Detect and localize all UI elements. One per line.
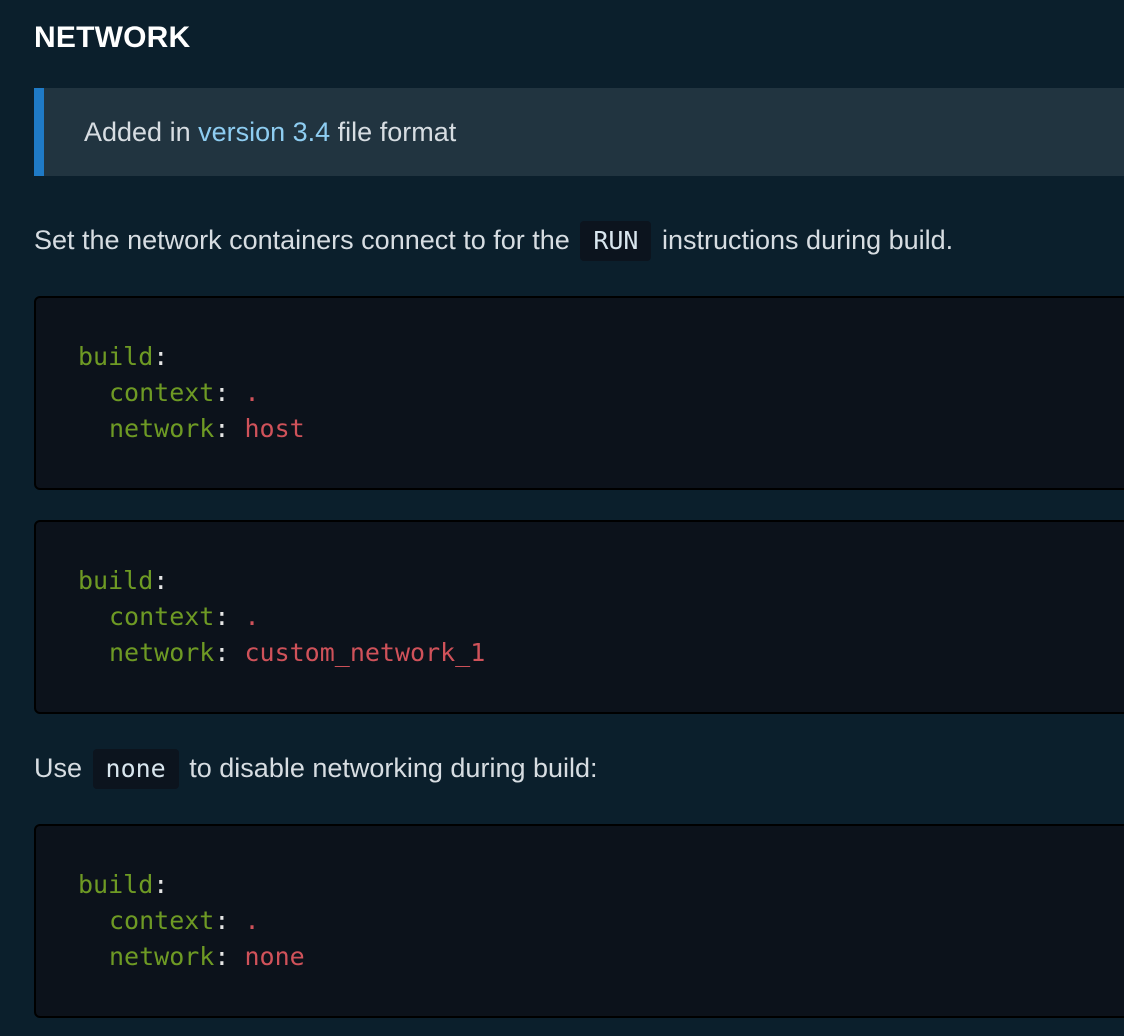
yaml-punct: : — [214, 414, 245, 443]
none-text-after: to disable networking during build: — [189, 753, 598, 783]
note-prefix: Added in — [84, 117, 199, 147]
version-link[interactable]: version 3.4 — [198, 117, 330, 147]
yaml-value: . — [244, 378, 260, 407]
description-text-after: instructions during build. — [662, 225, 954, 255]
yaml-key: context — [109, 378, 215, 407]
yaml-value: custom_network_1 — [244, 638, 486, 667]
run-inline-code: RUN — [580, 221, 652, 261]
documentation-page: NETWORK Added in version 3.4 file format… — [0, 0, 1124, 1036]
none-inline-code: none — [92, 749, 179, 789]
code-line: context: . — [78, 903, 1124, 939]
yaml-key: context — [109, 906, 215, 935]
yaml-value: . — [244, 602, 260, 631]
network-description: Set the network containers connect to fo… — [34, 220, 953, 261]
yaml-punct: : — [214, 638, 245, 667]
yaml-key: network — [109, 414, 215, 443]
code-block-none[interactable]: build: context: . network: none — [34, 824, 1124, 1018]
code-line: network: custom_network_1 — [78, 635, 1124, 671]
code-line: network: host — [78, 411, 1124, 447]
code-line: build: — [78, 563, 1124, 599]
yaml-punct: : — [153, 566, 169, 595]
yaml-punct: : — [214, 602, 245, 631]
yaml-key: build — [78, 870, 154, 899]
yaml-punct: : — [214, 942, 245, 971]
code-line: network: none — [78, 939, 1124, 975]
description-text-before: Set the network containers connect to fo… — [34, 225, 570, 255]
code-line: build: — [78, 867, 1124, 903]
yaml-value: . — [244, 906, 260, 935]
yaml-key: network — [109, 942, 215, 971]
yaml-punct: : — [214, 906, 245, 935]
yaml-value: host — [244, 414, 305, 443]
yaml-key: context — [109, 602, 215, 631]
none-text-before: Use — [34, 753, 83, 783]
yaml-key: build — [78, 342, 154, 371]
note-suffix: file format — [330, 117, 457, 147]
yaml-punct: : — [214, 378, 245, 407]
yaml-value: none — [244, 942, 305, 971]
section-heading: NETWORK — [34, 21, 191, 54]
code-line: context: . — [78, 375, 1124, 411]
yaml-key: build — [78, 566, 154, 595]
code-line: context: . — [78, 599, 1124, 635]
code-block-host[interactable]: build: context: . network: host — [34, 296, 1124, 490]
code-block-custom-network[interactable]: build: context: . network: custom_network_… — [34, 520, 1124, 714]
code-line: build: — [78, 339, 1124, 375]
yaml-punct: : — [153, 870, 169, 899]
yaml-key: network — [109, 638, 215, 667]
none-description: Use none to disable networking during bu… — [34, 748, 598, 789]
yaml-punct: : — [153, 342, 169, 371]
version-note: Added in version 3.4 file format — [34, 88, 1124, 176]
